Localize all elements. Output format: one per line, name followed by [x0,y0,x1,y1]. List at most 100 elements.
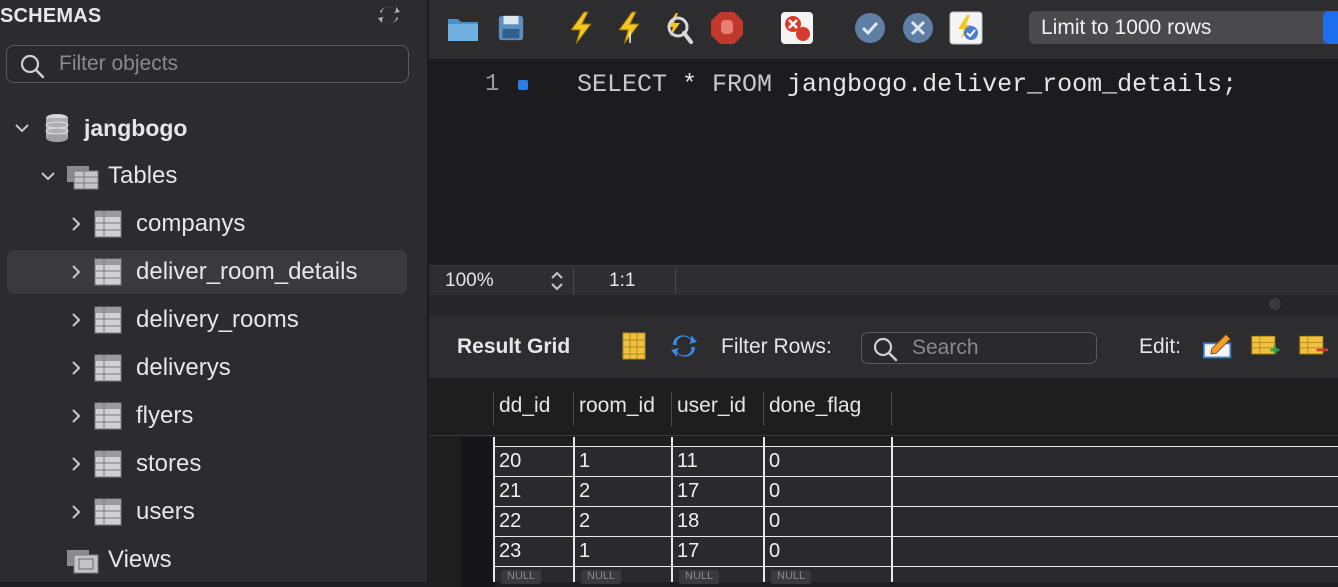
database-icon [45,114,69,142]
search-icon [873,337,898,362]
views-label: Views [108,546,172,573]
table-row[interactable]: 21 2 17 0 [495,476,1338,506]
add-row-icon[interactable] [1251,331,1281,361]
autocommit-button[interactable] [948,10,984,46]
delete-row-icon[interactable] [1299,331,1329,361]
column-header[interactable]: done_flag [769,394,861,418]
sql-query-line[interactable]: SELECT * FROM jangbogo.deliver_room_deta… [577,70,1237,99]
table-row-new[interactable] [495,566,1338,582]
result-grid-title[interactable]: Result Grid [457,335,570,359]
open-file-button[interactable] [445,10,481,46]
table-icon [94,498,122,526]
table-row[interactable]: 20 1 11 0 [495,446,1338,476]
schema-node-jangbogo[interactable]: jangbogo [12,106,412,150]
filter-objects-input[interactable] [59,50,399,78]
zoom-stepper-icon[interactable] [549,270,565,292]
keyword-select: SELECT [577,70,668,99]
views-folder-icon [67,550,99,574]
cell-done-flag[interactable]: 0 [769,540,780,563]
cell-dd-id[interactable]: 23 [499,540,521,563]
grid-view-icon[interactable] [619,331,649,361]
execute-current-button[interactable]: I [611,10,647,46]
chevron-right-icon[interactable] [66,502,86,522]
cell-room-id[interactable]: 2 [579,510,590,533]
autocommit-icon [949,11,983,45]
save-icon [498,15,524,41]
cursor-position: 1:1 [609,270,636,291]
chevron-down-icon[interactable] [38,166,58,186]
limit-rows-select[interactable]: Limit to 1000 rows [1029,11,1338,44]
row-header-gutter[interactable] [461,437,495,587]
stop-button[interactable] [709,10,745,46]
grid-line [573,437,575,582]
table-name: users [136,498,195,525]
commit-button[interactable] [852,10,888,46]
chevron-right-icon[interactable] [66,214,86,234]
cell-room-id[interactable]: 2 [579,480,590,503]
status-divider [573,268,574,294]
cell-done-flag[interactable]: 0 [769,480,780,503]
column-header[interactable]: room_id [579,394,655,418]
pane-splitter[interactable] [429,295,1338,315]
rollback-button[interactable] [900,10,936,46]
cell-dd-id[interactable]: 21 [499,480,521,503]
cell-done-flag[interactable]: 0 [769,450,780,473]
save-button[interactable] [493,10,529,46]
refresh-icon[interactable] [376,3,402,27]
table-row[interactable]: 22 2 18 0 [495,506,1338,536]
toggle-error-icon [781,12,813,44]
table-node[interactable]: stores [66,442,406,486]
table-node[interactable]: deliver_room_details [7,250,407,294]
table-node[interactable]: delivery_rooms [66,298,406,342]
chevron-right-icon[interactable] [66,406,86,426]
cell-user-id[interactable]: 18 [677,510,699,533]
statement-marker-icon [518,80,528,90]
refresh-results-icon[interactable] [669,331,699,361]
table-icon [94,402,122,430]
execute-current-icon: I [618,11,640,45]
explain-button[interactable] [659,10,695,46]
table-node[interactable]: companys [66,202,406,246]
cell-room-id[interactable]: 1 [579,450,590,473]
execute-icon [570,11,592,45]
select-arrow-icon[interactable] [1323,11,1338,44]
cell-user-id[interactable]: 11 [677,450,698,473]
cell-done-flag[interactable]: 0 [769,510,780,533]
toggle-error-button[interactable] [779,10,815,46]
table-node[interactable]: flyers [66,394,406,438]
cell-room-id[interactable]: 1 [579,540,590,563]
filter-rows-field[interactable] [861,332,1097,364]
chevron-down-icon[interactable] [12,118,32,138]
table-name: flyers [136,402,194,429]
schema-sidebar: SCHEMAS jangbogo [0,0,428,582]
chevron-right-icon[interactable] [66,310,86,330]
views-folder-node[interactable]: Views [66,538,406,582]
edit-label: Edit: [1139,335,1182,358]
chevron-right-icon[interactable] [66,262,86,282]
table-node[interactable]: users [66,490,406,534]
svg-text:I: I [628,31,632,45]
zoom-level[interactable]: 100% [445,270,494,292]
table-icon [94,354,122,382]
chevron-right-icon[interactable] [66,454,86,474]
execute-button[interactable] [563,10,599,46]
column-header[interactable]: user_id [677,394,746,418]
edit-cell-icon[interactable] [1203,331,1233,361]
column-header[interactable]: dd_id [499,394,550,418]
cell-user-id[interactable]: 17 [677,480,699,503]
filter-rows-input[interactable] [912,335,1092,361]
cell-dd-id[interactable]: 22 [499,510,521,533]
filter-objects-field[interactable] [6,45,409,83]
stop-icon [711,12,743,44]
grid-line [763,437,765,582]
splitter-handle[interactable] [1269,298,1281,310]
table-row[interactable]: 23 1 17 0 [495,536,1338,566]
cell-dd-id[interactable]: 20 [499,450,521,473]
chevron-right-icon[interactable] [66,358,86,378]
cell-user-id[interactable]: 17 [677,540,699,563]
status-divider [675,268,676,294]
sql-editor[interactable]: 1 SELECT * FROM jangbogo.deliver_room_de… [429,61,1338,265]
column-divider [671,392,672,426]
table-node[interactable]: deliverys [66,346,406,390]
tables-folder-node[interactable]: Tables [38,154,408,198]
